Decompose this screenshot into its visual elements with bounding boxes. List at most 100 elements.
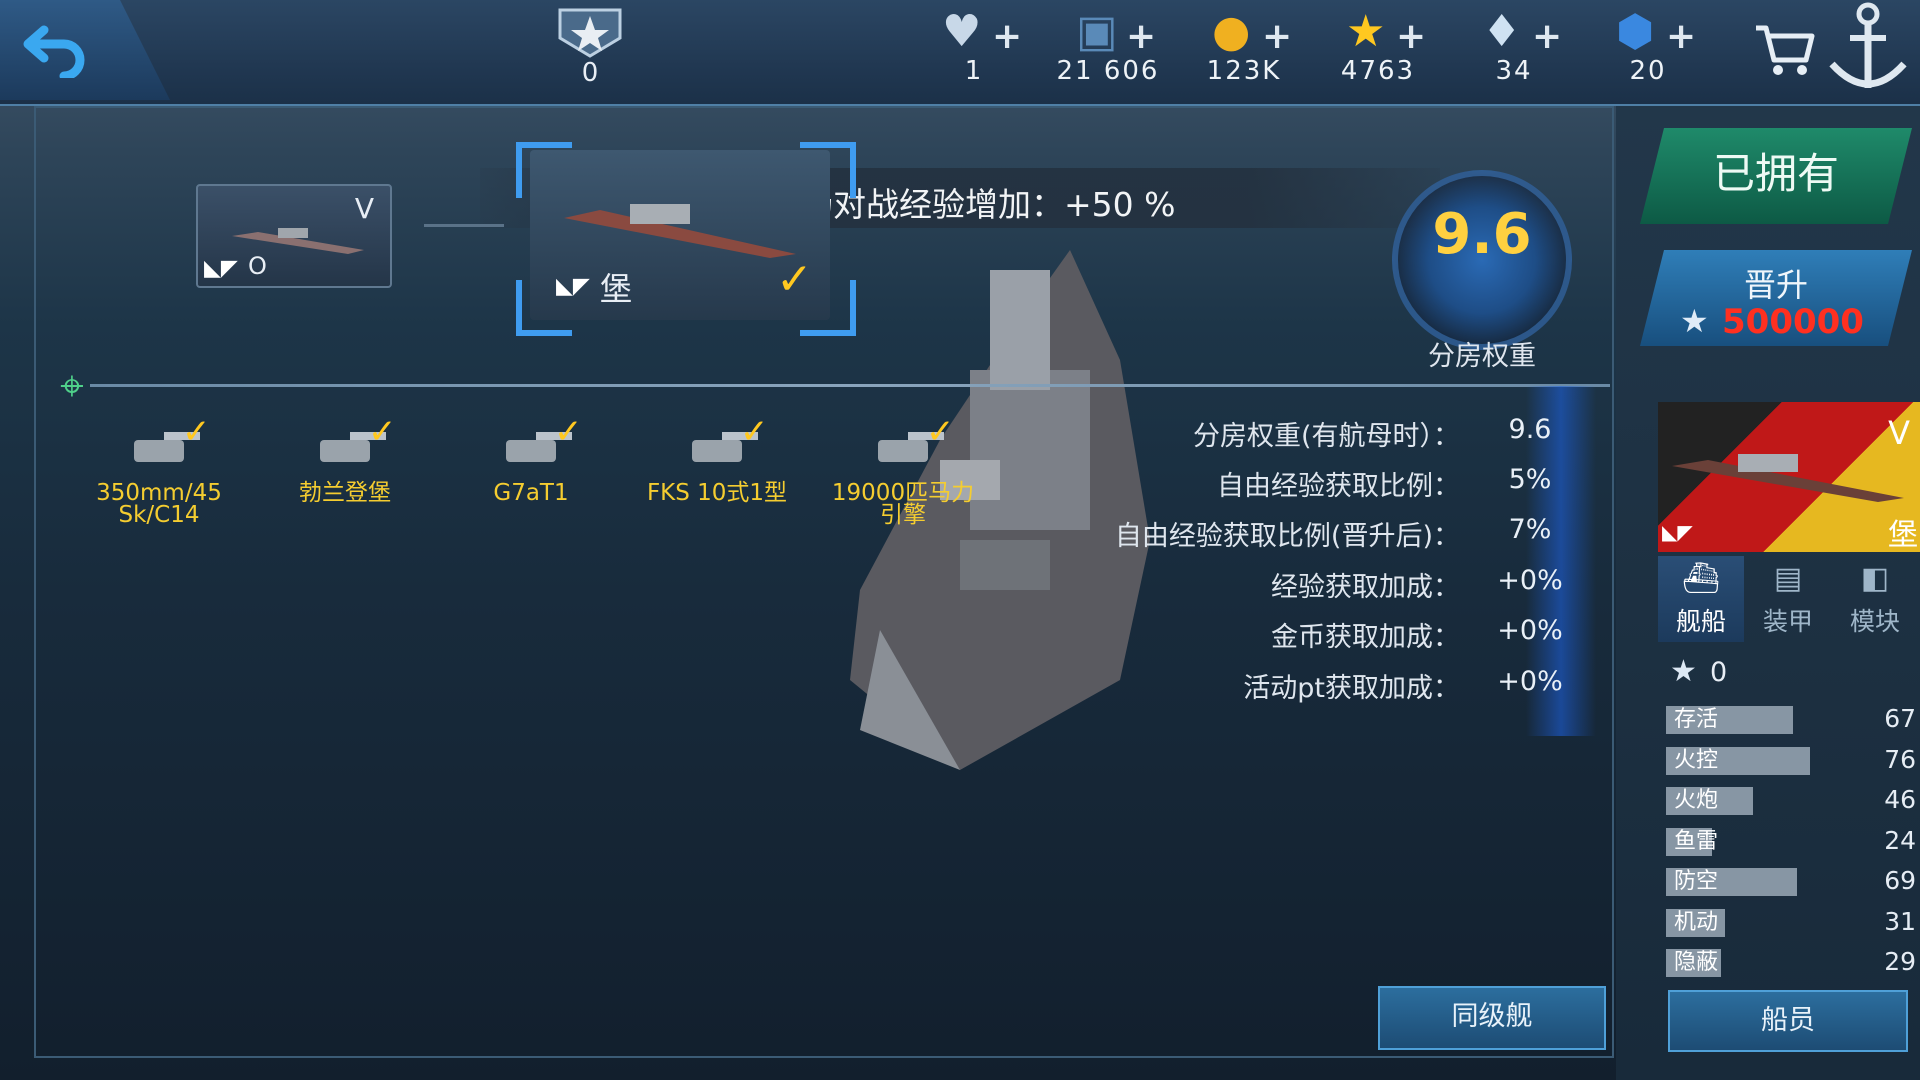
ship-tier: V	[354, 192, 374, 225]
attribute-label: 隐蔽	[1674, 950, 1719, 975]
tab-module[interactable]: ◧ 模块	[1832, 556, 1918, 642]
matchmaking-weight-value: 9.6	[1432, 202, 1532, 267]
stat-row: 金币获取加成： +0%	[1140, 611, 1600, 653]
module-slot[interactable]: ✓ 19000匹马力 引擎	[818, 412, 988, 536]
star-rating: ★ 0	[1670, 654, 1790, 694]
rank-shield-icon	[558, 8, 622, 58]
attribute-value: 76	[1884, 744, 1916, 774]
tab-label: 装甲	[1762, 607, 1813, 636]
attribute-label: 机动	[1674, 909, 1719, 935]
cart-icon	[1756, 25, 1815, 75]
module-divider	[90, 384, 1610, 387]
attribute-value: 31	[1884, 906, 1916, 936]
crosshair-icon: ⌖	[60, 361, 84, 410]
diamond-icon: ♦	[1482, 6, 1522, 57]
attribute-bar: 隐蔽 29	[1666, 947, 1916, 979]
attribute-bar: 存活 67	[1666, 704, 1916, 736]
resource-diamond[interactable]: ♦ + 34	[1454, 4, 1574, 100]
attribute-label: 火炮	[1674, 788, 1719, 813]
module-slot[interactable]: ✓ FKS 10式1型	[632, 412, 802, 536]
attribute-bar: 机动 31	[1666, 907, 1916, 939]
stat-value: +0%	[1497, 565, 1563, 596]
resource-value: 34	[1495, 56, 1533, 86]
same-class-ships-button[interactable]: 同级舰	[1378, 986, 1606, 1050]
ship-name: O	[248, 252, 267, 280]
stat-label: 自由经验获取比例：	[1217, 471, 1460, 502]
selection-bracket	[800, 142, 856, 198]
upgrade-arrow	[424, 224, 504, 227]
stat-row: 自由经验获取比例(晋升后)： 7%	[1115, 510, 1600, 552]
promote-cost: 500000	[1722, 302, 1864, 342]
module-name: 勃兰登堡	[299, 480, 391, 506]
tab-armor[interactable]: ▤ 装甲	[1745, 556, 1831, 642]
anchor-icon	[1829, 2, 1907, 88]
stat-value: +0%	[1497, 615, 1563, 646]
owned-button[interactable]: 已拥有	[1640, 128, 1912, 224]
attribute-value: 29	[1884, 947, 1916, 976]
check-icon: ✓	[740, 412, 769, 452]
stat-value: 9.6	[1508, 414, 1552, 445]
add-icon[interactable]: +	[1396, 16, 1426, 57]
current-ship-card[interactable]: ◣◤ 堡 ✓	[530, 150, 830, 320]
attribute-value: 46	[1884, 785, 1916, 814]
resource-blue-gem[interactable]: ⬢ + 20	[1588, 4, 1708, 100]
rank-value: 0	[581, 58, 599, 88]
resource-value: 21 606	[1056, 56, 1160, 86]
attribute-bar: 火炮 46	[1666, 785, 1916, 817]
tab-ship[interactable]: ⛴ 舰船	[1658, 556, 1744, 642]
add-icon[interactable]: +	[992, 16, 1022, 57]
check-icon: ✓	[368, 412, 397, 452]
ship-class-icon: ◣◤	[204, 256, 238, 281]
port-anchor-button[interactable]	[1818, 0, 1918, 104]
ship-tier: V	[1888, 414, 1910, 452]
attribute-value: 69	[1884, 866, 1916, 895]
stat-value: 7%	[1508, 514, 1552, 545]
resource-star[interactable]: ★ + 4763	[1318, 4, 1438, 100]
resource-value: 20	[1629, 56, 1667, 86]
attribute-bar: 防空 69	[1666, 866, 1916, 898]
add-icon[interactable]: +	[1126, 16, 1156, 57]
module-icon: ◧	[1860, 561, 1890, 596]
check-icon: ✓	[926, 412, 955, 452]
module-slot[interactable]: ✓ 勃兰登堡	[260, 412, 430, 536]
ship-class-icon: ◣◤	[1662, 520, 1693, 544]
attribute-label: 火控	[1674, 747, 1719, 773]
selection-bracket	[516, 142, 572, 198]
stat-label: 分房权重(有航母时）：	[1192, 421, 1460, 452]
matchmaking-weight-label: 分房权重	[1428, 341, 1536, 372]
add-icon[interactable]: +	[1532, 16, 1562, 57]
ship-icon: ⛴	[1681, 561, 1721, 596]
module-slot[interactable]: ✓ 350mm/45 Sk/C14	[74, 412, 244, 536]
star-icon: ★	[1680, 302, 1709, 340]
resource-gold-coin[interactable]: ● + 123K	[1184, 4, 1304, 100]
gold-coin-icon: ●	[1212, 6, 1251, 57]
stat-row: 自由经验获取比例： 5%	[1140, 460, 1600, 502]
resource-value: 1	[964, 56, 984, 86]
module-name: FKS 10式1型	[646, 480, 788, 506]
back-arrow-icon	[23, 25, 85, 81]
rank-badge[interactable]: 0	[550, 4, 630, 100]
shop-button[interactable]	[1752, 20, 1816, 80]
ship-portrait[interactable]: V ◣◤ 堡	[1658, 402, 1920, 553]
resource-heart[interactable]: ♥ + 1	[914, 4, 1034, 100]
crew-button[interactable]: 船员	[1668, 990, 1908, 1052]
ship-name: 堡	[1888, 518, 1918, 553]
attribute-label: 防空	[1674, 869, 1719, 894]
armor-icon: ▤	[1773, 561, 1803, 596]
attribute-value: 24	[1884, 825, 1916, 855]
star-icon: ★	[1346, 6, 1386, 57]
previous-ship-card[interactable]: V ◣◤ O	[196, 184, 392, 288]
resource-value: 123K	[1206, 56, 1282, 86]
resource-card[interactable]: ▣ + 21 606	[1048, 4, 1168, 100]
resource-value: 4763	[1340, 56, 1416, 86]
module-slot[interactable]: ✓ G7aT1	[446, 412, 616, 536]
stat-label: 自由经验获取比例(晋升后)：	[1114, 521, 1460, 552]
add-icon[interactable]: +	[1262, 16, 1292, 57]
attribute-bar: 鱼雷 24	[1666, 826, 1916, 858]
stat-row: 活动pt获取加成： +0%	[1140, 662, 1600, 704]
stat-label: 活动pt获取加成：	[1243, 673, 1460, 704]
selection-bracket	[800, 280, 856, 336]
back-button[interactable]	[22, 18, 92, 81]
star-icon: ★	[1670, 654, 1697, 689]
add-icon[interactable]: +	[1666, 16, 1696, 57]
